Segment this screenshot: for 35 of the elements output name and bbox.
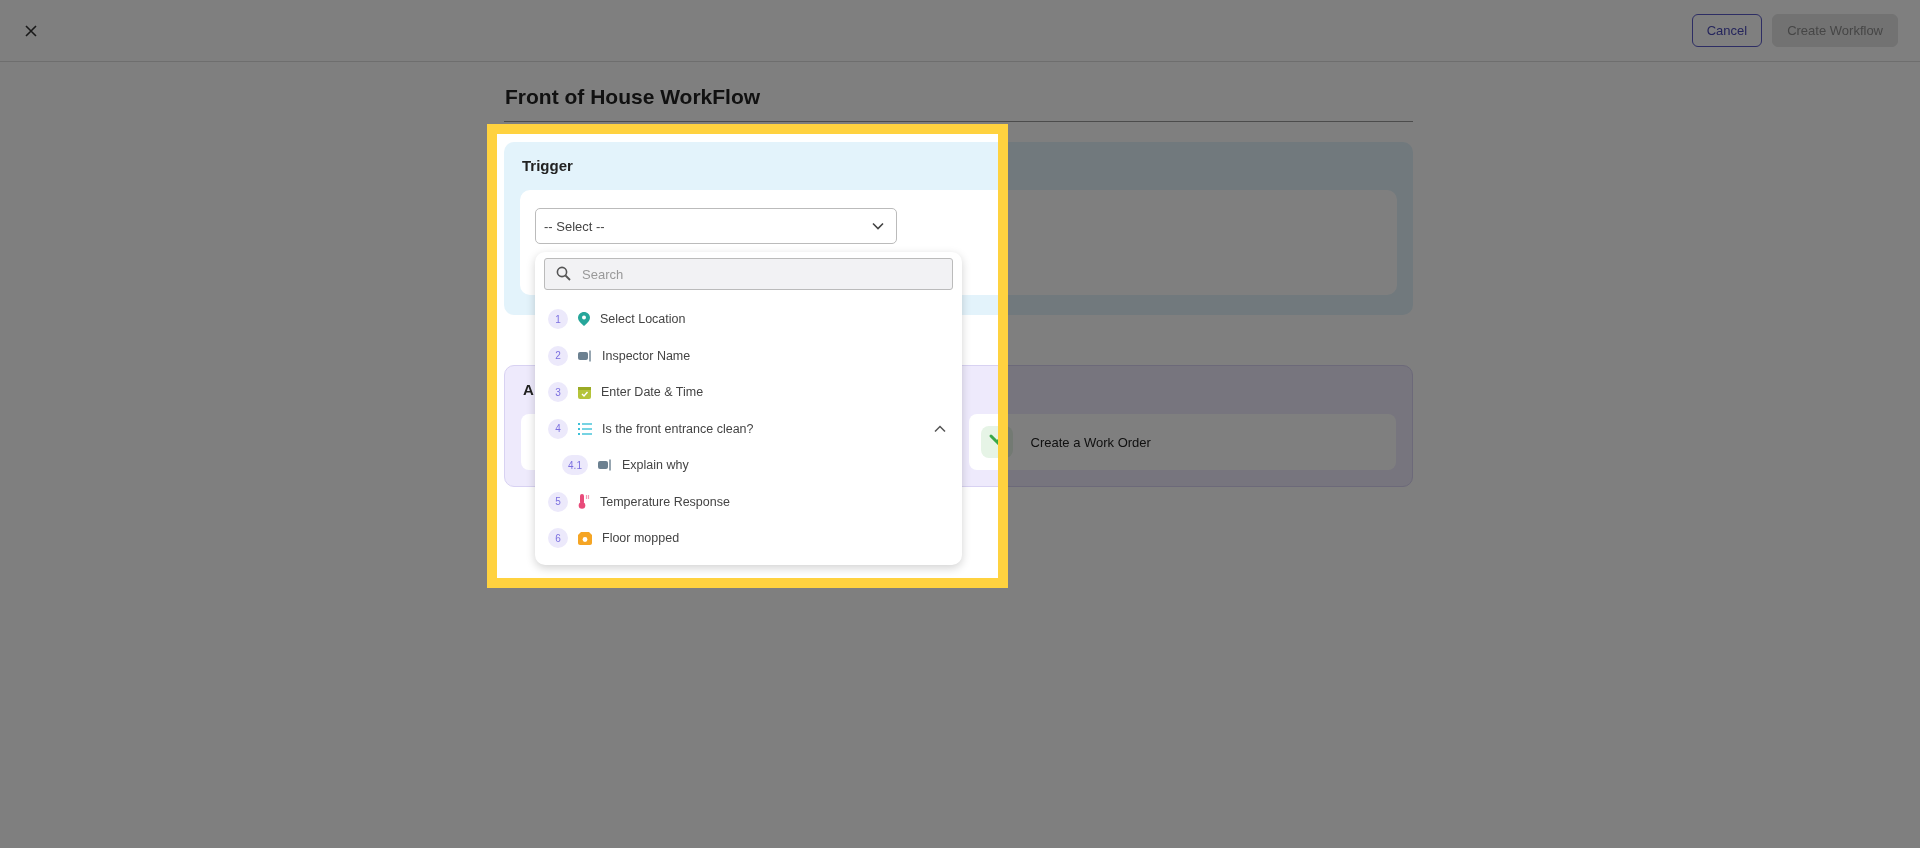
panel-title: Trigger	[521, 156, 573, 176]
number-badge: 5	[548, 491, 568, 512]
search-field[interactable]: Search	[544, 258, 953, 290]
number-badge: 4.1	[562, 455, 588, 476]
select-dropdown[interactable]: -- Select --	[535, 208, 897, 244]
item-label: Temperature Response	[600, 494, 731, 509]
panel-title: A	[522, 380, 534, 400]
chevron-icon[interactable]	[934, 424, 946, 433]
dropdown-item[interactable]: 2 Inspector Name	[544, 337, 953, 374]
number-badge: 2	[548, 345, 568, 366]
text-field-icon	[598, 459, 612, 472]
card-label: Create a Work Order	[1030, 434, 1151, 450]
dropdown-item[interactable]: 4.1 Explain why	[544, 447, 953, 484]
list-icon	[578, 422, 592, 435]
dropdown-item[interactable]: 1 Select Location	[544, 301, 953, 338]
pin-icon	[578, 312, 590, 327]
item-label: Enter Date & Time	[601, 385, 705, 400]
dropdown-item[interactable]: 5 Temperature Response	[544, 483, 953, 520]
number-badge: 4	[548, 418, 568, 439]
text-field-icon	[578, 349, 592, 362]
number-badge: 6	[548, 528, 568, 549]
dropdown-item[interactable]: 6 Floor mopped	[544, 520, 953, 557]
search-icon	[556, 266, 571, 281]
item-label: Inspector Name	[602, 348, 692, 363]
calendar-icon	[578, 385, 591, 399]
item-label: Select Location	[600, 312, 687, 327]
item-label: Floor mopped	[602, 531, 681, 546]
camera-icon	[578, 531, 592, 545]
item-label: Is the front entrance clean?	[602, 421, 755, 436]
thermometer-icon	[578, 494, 590, 510]
dropdown-item[interactable]: 3 Enter Date & Time	[544, 374, 953, 411]
dropdown-item[interactable]: 4 Is the front entrance clean?	[544, 410, 953, 447]
number-badge: 3	[548, 382, 568, 403]
number-badge: 1	[548, 309, 568, 330]
item-label: Explain why	[622, 458, 690, 473]
